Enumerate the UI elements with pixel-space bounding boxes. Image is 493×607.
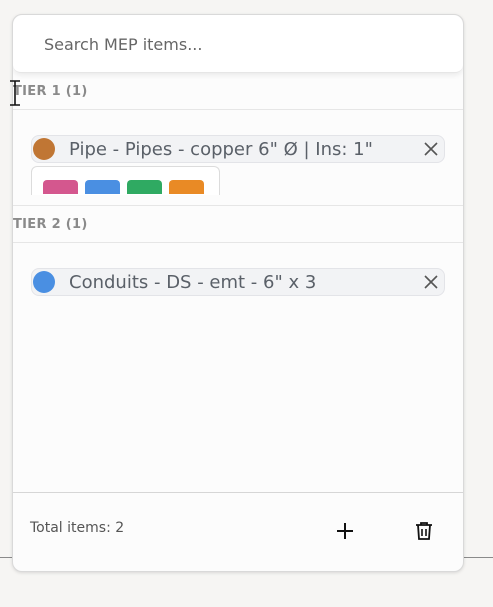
tier-2-item[interactable]: Conduits - DS - emt - 6" x 3 xyxy=(31,268,445,296)
plus-icon xyxy=(337,523,353,539)
color-swatch-pink[interactable] xyxy=(43,180,78,194)
close-icon xyxy=(424,275,438,289)
remove-item-button[interactable] xyxy=(420,271,442,293)
panel-footer: Total items: 2 xyxy=(13,492,463,559)
color-swatch-green[interactable] xyxy=(127,180,162,194)
total-items-label: Total items: 2 xyxy=(30,520,125,536)
tier-1-label: TIER 1 (1) xyxy=(13,83,88,99)
color-picker-popover xyxy=(31,166,220,195)
trash-icon xyxy=(416,522,432,540)
text-cursor-icon xyxy=(10,80,20,106)
item-label: Conduits - DS - emt - 6" x 3 xyxy=(69,271,317,293)
delete-button[interactable] xyxy=(398,511,450,551)
color-swatch-orange[interactable] xyxy=(169,180,204,194)
close-icon xyxy=(424,142,438,156)
color-swatch-blue[interactable] xyxy=(85,180,120,194)
item-color-dot[interactable] xyxy=(33,138,55,160)
search-input[interactable] xyxy=(42,29,446,59)
tier-2-label: TIER 2 (1) xyxy=(13,216,88,232)
item-label: Pipe - Pipes - copper 6" Ø | Ins: 1" xyxy=(69,138,373,160)
tier-1-header[interactable]: TIER 1 (1) xyxy=(13,73,463,110)
search-box xyxy=(13,15,463,73)
add-button[interactable] xyxy=(319,511,371,551)
tier-1-item[interactable]: Pipe - Pipes - copper 6" Ø | Ins: 1" xyxy=(31,135,445,163)
item-color-dot[interactable] xyxy=(33,271,55,293)
remove-item-button[interactable] xyxy=(420,138,442,160)
mep-items-panel: TIER 1 (1) Pipe - Pipes - copper 6" Ø | … xyxy=(12,14,464,572)
tier-2-header[interactable]: TIER 2 (1) xyxy=(13,205,463,243)
